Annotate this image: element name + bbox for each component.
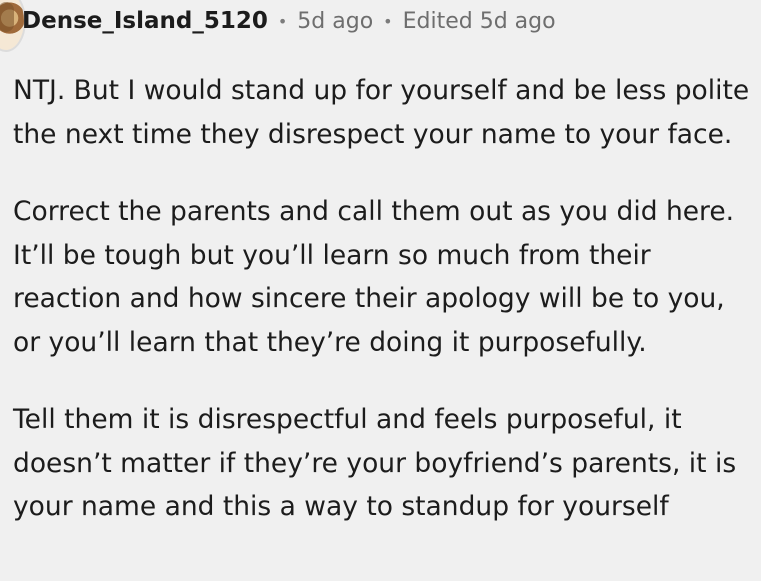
comment-paragraph: Correct the parents and call them out as… — [13, 196, 735, 358]
edited-timestamp: Edited 5d ago — [402, 8, 556, 34]
separator-dot: • — [277, 11, 288, 31]
username-link[interactable]: Dense_Island_5120 — [22, 8, 268, 34]
post-timestamp: 5d ago — [297, 8, 374, 34]
comment-body: NTJ. But I would stand up for yourself a… — [13, 69, 753, 563]
comment-header: Dense_Island_5120 • 5d ago • Edited 5d a… — [22, 5, 556, 37]
separator-dot: • — [383, 11, 393, 31]
comment-paragraph: Tell them it is disrespectful and feels … — [13, 404, 737, 522]
comment-paragraph: NTJ. But I would stand up for yourself a… — [13, 75, 750, 150]
